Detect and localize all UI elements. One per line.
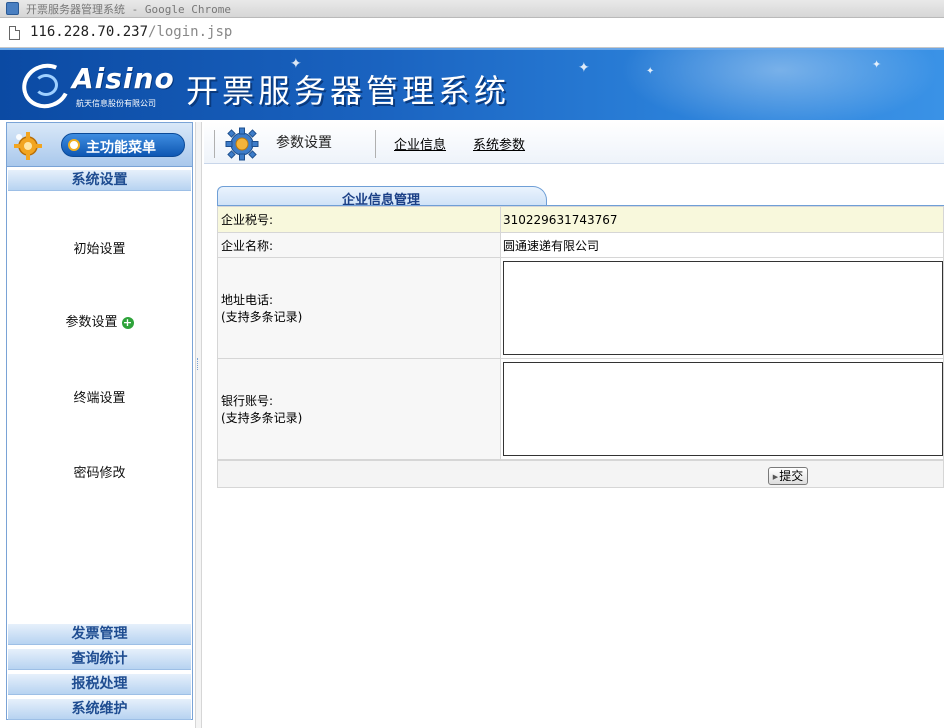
logo-subtext: 航天信息股份有限公司 <box>76 99 156 108</box>
star-icon: ✦ <box>872 58 882 71</box>
chevron-down-icon <box>68 139 80 151</box>
logo-inner-ring-icon <box>34 74 58 96</box>
address-phone-note: (支持多条记录) <box>221 310 303 324</box>
plus-circle-icon: + <box>121 315 134 329</box>
toolbar-current-label: 参数设置 <box>276 135 332 151</box>
star-icon: ✦ <box>578 60 590 76</box>
bank-account-note: (支持多条记录) <box>221 411 303 425</box>
play-arrow-icon: ▶ <box>772 473 779 481</box>
submit-label: 提交 <box>779 469 804 483</box>
submit-button[interactable]: ▶提交 <box>768 467 808 485</box>
address-phone-label-cell: 地址电话: (支持多条记录) <box>217 257 501 359</box>
settings-cog-icon <box>225 127 259 161</box>
company-name-value: 圆通速递有限公司 <box>500 232 944 258</box>
app-icon <box>6 2 19 15</box>
address-phone-cell <box>500 257 944 359</box>
main-menu-label: 主功能菜单 <box>86 140 156 156</box>
section-query-statistics[interactable]: 查询统计 <box>8 648 191 670</box>
address-phone-label: 地址电话: <box>221 293 274 307</box>
section-tax-processing[interactable]: 报税处理 <box>8 673 191 695</box>
company-name-label: 企业名称: <box>217 232 501 258</box>
form-row-company-name: 企业名称: 圆通速递有限公司 <box>217 232 944 258</box>
splitter-grip-icon[interactable] <box>197 358 200 370</box>
main-menu-header: 主功能菜单 <box>7 123 192 167</box>
sidebar-item-initial-settings[interactable]: 初始设置 <box>7 238 192 257</box>
star-icon: ✦ <box>646 66 655 77</box>
sidebar: 主功能菜单 系统设置 初始设置 参数设置 + 终端设置 密码修改 发票管理 查询统… <box>6 122 193 720</box>
toolbar-divider <box>214 130 215 158</box>
header-banner: ✦ ✦ ✦ ✦ Aisino 航天信息股份有限公司 开票服务器管理系统 <box>0 48 944 120</box>
url-text[interactable]: 116.228.70.237/login.jsp <box>30 24 232 40</box>
toolbar-divider <box>375 130 376 158</box>
section-system-settings[interactable]: 系统设置 <box>8 169 191 191</box>
logo-wordmark: Aisino <box>72 62 175 95</box>
panel-splitter[interactable] <box>195 122 202 728</box>
address-phone-textarea[interactable] <box>503 261 943 355</box>
company-info-form: 企业税号: 310229631743767 企业名称: 圆通速递有限公司 地址电… <box>217 206 944 460</box>
url-host: 116.228.70.237 <box>30 24 149 40</box>
main-menu-button[interactable]: 主功能菜单 <box>61 133 185 157</box>
form-row-tax-id: 企业税号: 310229631743767 <box>217 206 944 233</box>
banner-glow <box>620 50 940 120</box>
content-toolbar: 参数设置 企业信息 系统参数 <box>204 122 944 164</box>
url-path: /login.jsp <box>148 24 233 40</box>
section-invoice-management[interactable]: 发票管理 <box>8 623 191 645</box>
link-system-parameters[interactable]: 系统参数 <box>473 134 525 153</box>
section-system-maintenance[interactable]: 系统维护 <box>8 698 191 720</box>
address-bar[interactable]: 116.228.70.237/login.jsp <box>0 18 944 48</box>
bank-account-textarea[interactable] <box>503 362 943 456</box>
system-title: 开票服务器管理系统 <box>186 72 511 110</box>
bank-account-label: 银行账号: <box>221 394 274 408</box>
sidebar-item-parameter-settings[interactable]: 参数设置 + <box>7 311 192 330</box>
tax-id-label: 企业税号: <box>217 206 501 233</box>
bank-account-cell <box>500 358 944 460</box>
window-title: 开票服务器管理系统 - Google Chrome <box>26 3 231 16</box>
form-row-address-phone: 地址电话: (支持多条记录) <box>217 257 944 359</box>
page-icon <box>9 26 20 40</box>
form-row-bank-account: 银行账号: (支持多条记录) <box>217 358 944 460</box>
bank-account-label-cell: 银行账号: (支持多条记录) <box>217 358 501 460</box>
sidebar-item-password-change[interactable]: 密码修改 <box>7 462 192 481</box>
sidebar-item-label: 参数设置 <box>65 315 118 330</box>
browser-title-bar: 开票服务器管理系统 - Google Chrome <box>0 0 944 18</box>
gear-icon <box>14 132 42 160</box>
form-tab: 企业信息管理 <box>217 186 547 208</box>
sidebar-item-terminal-settings[interactable]: 终端设置 <box>7 387 192 406</box>
link-company-info[interactable]: 企业信息 <box>394 134 446 153</box>
form-actions: ▶提交 <box>217 460 944 488</box>
aisino-logo: Aisino 航天信息股份有限公司 <box>15 57 175 115</box>
tax-id-value: 310229631743767 <box>500 206 944 233</box>
